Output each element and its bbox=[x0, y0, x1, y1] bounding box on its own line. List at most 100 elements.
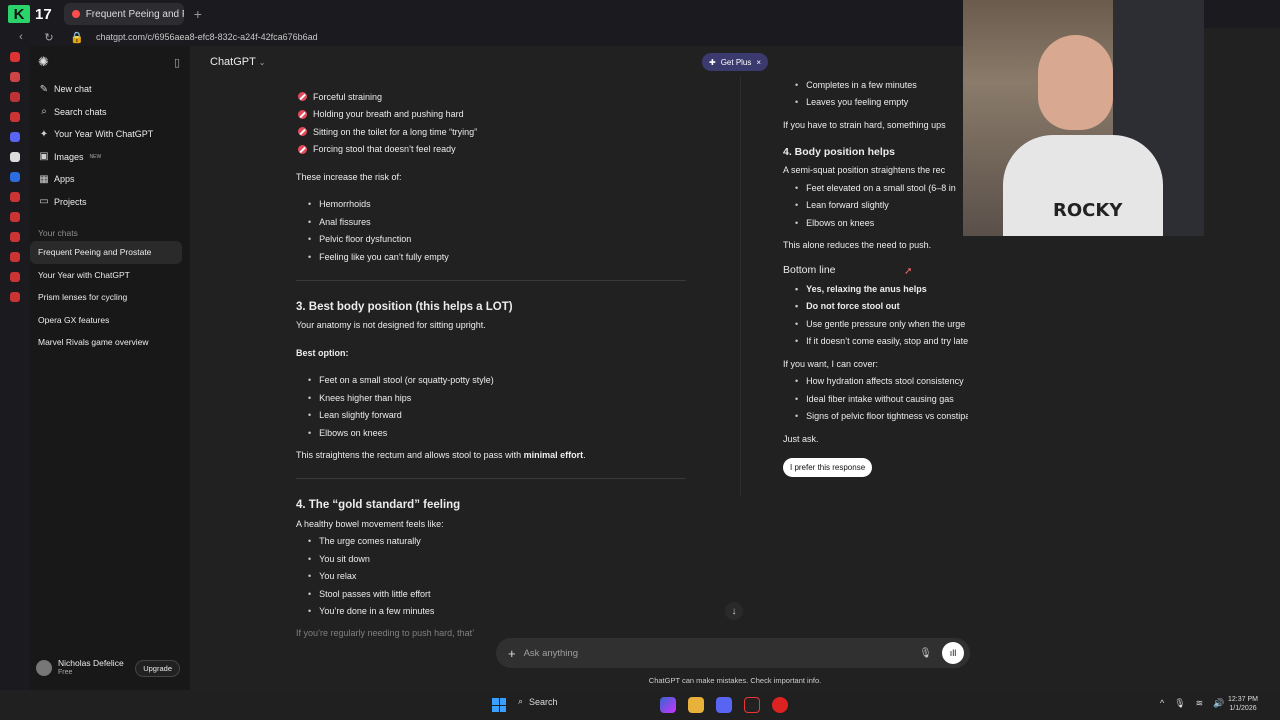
rail-app-icon[interactable] bbox=[10, 92, 20, 102]
sidebar-item-apps[interactable]: ▦ Apps bbox=[30, 168, 190, 191]
get-plus-label: Get Plus bbox=[720, 57, 752, 67]
opera-gx-icon[interactable] bbox=[772, 697, 788, 713]
list-item: You’re done in a few minutes bbox=[296, 603, 686, 621]
chat-item[interactable]: Your Year with ChatGPT bbox=[30, 264, 182, 287]
list-item: Forcing stool that doesn’t feel ready bbox=[296, 141, 686, 159]
divider bbox=[296, 478, 686, 479]
list-item: If it doesn’t come easily, stop and try … bbox=[783, 333, 968, 351]
list-item-text: Forcing stool that doesn’t feel ready bbox=[313, 144, 456, 155]
model-selector[interactable]: ChatGPT ⌄ bbox=[210, 56, 265, 68]
sidebar-toggle-icon[interactable]: ▯ bbox=[174, 56, 180, 69]
section-heading: 4. Body position helps bbox=[783, 145, 896, 158]
rail-app-icon[interactable] bbox=[10, 72, 20, 82]
mouse-cursor-icon: ➚ bbox=[904, 266, 913, 277]
chat-item-active[interactable]: Frequent Peeing and Prostate bbox=[30, 241, 182, 264]
user-profile[interactable]: Nicholas Defelice Free Upgrade bbox=[30, 656, 190, 680]
paragraph: If you want, I can cover: bbox=[783, 358, 879, 369]
scroll-down-button[interactable]: ↓ bbox=[725, 602, 743, 620]
openai-logo-icon[interactable]: ✺ bbox=[38, 54, 49, 70]
voice-mode-button[interactable]: ıll bbox=[942, 642, 964, 664]
volume-icon[interactable]: 🔊 bbox=[1213, 698, 1224, 709]
sidebar-top: ✺ ▯ bbox=[30, 46, 190, 78]
column-divider bbox=[740, 76, 741, 496]
taskbar-app-icon[interactable] bbox=[744, 697, 760, 713]
list-item: The urge comes naturally bbox=[296, 533, 686, 551]
composer[interactable]: + Ask anything 🎙 ıll bbox=[496, 638, 970, 668]
list-item: Yes, relaxing the anus helps bbox=[783, 280, 968, 298]
list-item: Knees higher than hips bbox=[296, 389, 686, 407]
sidebar-item-projects[interactable]: ▭ Projects bbox=[30, 191, 190, 214]
opera-logo-number: 17 bbox=[35, 5, 52, 23]
wifi-icon[interactable]: ≋ bbox=[1196, 698, 1204, 709]
file-explorer-icon[interactable] bbox=[688, 697, 704, 713]
rail-app-icon[interactable] bbox=[10, 272, 20, 282]
shirt-text: ROCKY bbox=[1053, 200, 1123, 221]
prompt-input[interactable]: Ask anything bbox=[524, 648, 920, 659]
paragraph: These increase the risk of: bbox=[296, 171, 402, 182]
close-icon[interactable]: × bbox=[756, 58, 761, 67]
disclaimer: ChatGPT can make mistakes. Check importa… bbox=[648, 676, 822, 685]
response-a: Forceful straining Holding your breath a… bbox=[296, 88, 686, 642]
text-span: . bbox=[583, 450, 586, 461]
sparkle-icon: ✦ bbox=[39, 128, 49, 140]
back-icon[interactable]: ‹ bbox=[14, 31, 28, 43]
reload-icon[interactable]: ↻ bbox=[42, 31, 56, 44]
sidebar-item-images[interactable]: ▣ Images NEW bbox=[30, 146, 190, 169]
discord-icon[interactable] bbox=[10, 132, 20, 142]
attach-plus-icon[interactable]: + bbox=[508, 646, 516, 661]
time: 12:37 PM bbox=[1228, 696, 1258, 703]
messenger-icon[interactable] bbox=[10, 172, 20, 182]
sidebar-item-year-with-chatgpt[interactable]: ✦ Your Year With ChatGPT bbox=[30, 123, 190, 146]
discord-icon[interactable] bbox=[716, 697, 732, 713]
microphone-icon[interactable]: 🎙 bbox=[1174, 698, 1185, 709]
sidebar-item-label: New chat bbox=[54, 84, 92, 95]
your-chats-heading: Your chats bbox=[38, 228, 78, 238]
model-label: ChatGPT bbox=[210, 56, 256, 68]
chevron-up-icon[interactable]: ^ bbox=[1160, 698, 1164, 709]
chat-item[interactable]: Prism lenses for cycling bbox=[30, 286, 182, 309]
webcam-person-head bbox=[1038, 35, 1113, 130]
sidebar-item-search-chats[interactable]: ⌕ Search chats bbox=[30, 101, 190, 124]
rail-app-icon[interactable] bbox=[10, 292, 20, 302]
chat-item[interactable]: Marvel Rivals game overview bbox=[30, 331, 182, 354]
tab-title: Frequent Peeing and Prost bbox=[85, 8, 184, 20]
url-text[interactable]: chatgpt.com/c/6956aea8-efc8-832c-a24f-42… bbox=[96, 32, 318, 42]
plus-icon: ✚ bbox=[709, 57, 716, 67]
taskbar-search[interactable]: ⌕ Search bbox=[518, 696, 558, 707]
get-plus-button[interactable]: ✚ Get Plus × bbox=[702, 53, 769, 71]
prefer-response-button[interactable]: I prefer this response bbox=[783, 457, 873, 477]
list-item: Feet elevated on a small stool (6–8 in bbox=[783, 179, 968, 197]
rail-app-icon[interactable] bbox=[10, 52, 20, 62]
upgrade-button[interactable]: Upgrade bbox=[135, 659, 180, 677]
new-tab-icon[interactable]: + bbox=[194, 6, 202, 22]
list-item: Holding your breath and pushing hard bbox=[296, 106, 686, 124]
list-item: Sitting on the toilet for a long time “t… bbox=[296, 123, 686, 141]
avatar bbox=[36, 660, 52, 676]
rail-app-icon[interactable] bbox=[10, 232, 20, 242]
prohibited-icon bbox=[298, 109, 307, 119]
windows-start-icon[interactable] bbox=[492, 698, 506, 712]
folder-icon: ▭ bbox=[39, 196, 49, 208]
sidebar-item-label: Search chats bbox=[54, 106, 107, 117]
sidebar-item-new-chat[interactable]: ✎ New chat bbox=[30, 78, 190, 101]
list-item: Lean forward slightly bbox=[783, 197, 968, 215]
paragraph: Your anatomy is not designed for sitting… bbox=[296, 320, 486, 331]
browser-tab[interactable]: Frequent Peeing and Prost bbox=[63, 3, 184, 25]
chat-header: ChatGPT ⌄ bbox=[190, 46, 963, 78]
microphone-icon[interactable]: 🎙 bbox=[919, 648, 932, 659]
x-icon[interactable] bbox=[10, 152, 20, 162]
list-item: You relax bbox=[296, 568, 686, 586]
copilot-icon[interactable] bbox=[660, 697, 676, 713]
rail-app-icon[interactable] bbox=[10, 192, 20, 202]
user-name: Nicholas Defelice bbox=[58, 658, 124, 669]
rail-app-icon[interactable] bbox=[10, 252, 20, 262]
edit-icon: ✎ bbox=[39, 83, 49, 95]
rail-app-icon[interactable] bbox=[10, 212, 20, 222]
clock[interactable]: 12:37 PM 1/1/2026 bbox=[1228, 695, 1258, 713]
waveform-icon: ıll bbox=[949, 648, 957, 658]
date: 1/1/2026 bbox=[1229, 705, 1257, 713]
chat-item[interactable]: Opera GX features bbox=[30, 309, 182, 332]
section-heading: 4. The “gold standard” feeling bbox=[296, 499, 461, 511]
rail-app-icon[interactable] bbox=[10, 112, 20, 122]
paragraph: Best option: bbox=[296, 347, 349, 358]
